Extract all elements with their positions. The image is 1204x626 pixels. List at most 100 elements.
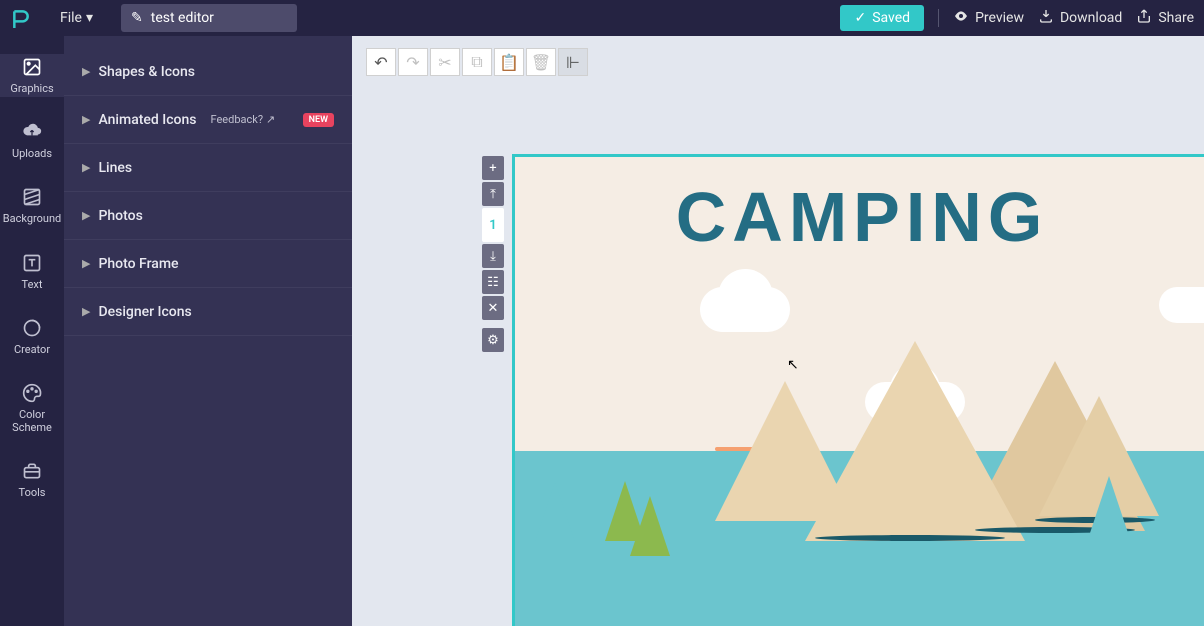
tree-shape[interactable] [535,481,575,541]
design-canvas[interactable]: CAMPING ↖ [512,154,1204,626]
delete-page-button[interactable]: ✕ [482,296,504,320]
eye-icon [953,8,969,28]
divider [938,9,939,27]
file-menu[interactable]: File ▾ [60,10,93,26]
undo-icon: ↶ [374,53,387,72]
panel-item-label: Shapes & Icons [98,64,195,80]
share-icon [1136,8,1152,28]
canvas-area: ↶ ↷ ✂ ⧉ 📋 🗑 ⊩ + ⤒ 1 ⤓ ☷ ✕ ⚙ CAMPING [352,36,1204,626]
pencil-icon: ✎ [131,10,143,26]
sidebar-item-label: Creator [14,343,50,356]
saved-label: Saved [872,10,910,26]
shadow-shape[interactable] [815,535,1005,541]
panel-item-label: Photos [98,208,142,224]
redo-button[interactable]: ↷ [398,48,428,76]
page-tools: + ⤒ 1 ⤓ ☷ ✕ ⚙ [482,156,504,352]
sidebar-item-label: Background [3,212,61,225]
text-icon [21,252,43,274]
download-label: Download [1060,10,1122,26]
cut-button[interactable]: ✂ [430,48,460,76]
toolbar: ↶ ↷ ✂ ⧉ 📋 🗑 ⊩ [366,48,588,76]
close-icon: ✕ [488,301,499,316]
move-page-up-button[interactable]: ⤒ [482,182,504,206]
download-icon [1038,8,1054,28]
graphics-panel: ▶ Shapes & Icons ▶ Animated Icons Feedba… [64,36,352,626]
sidebar-item-label: Tools [19,486,46,499]
panel-item-shapes-icons[interactable]: ▶ Shapes & Icons [64,48,352,96]
page-number-indicator[interactable]: 1 [482,208,504,242]
mouse-cursor-icon: ↖ [787,357,799,373]
scissors-icon: ✂ [438,53,451,72]
panel-item-designer-icons[interactable]: ▶ Designer Icons [64,288,352,336]
check-icon: ✓ [854,10,866,26]
new-badge: NEW [303,113,334,127]
panel-item-label: Animated Icons [98,112,196,128]
sidebar-item-background[interactable]: Background [0,184,64,227]
workspace: Graphics Uploads Background Text Creator… [0,36,1204,626]
file-menu-label: File [60,10,82,26]
sidebar-item-label: Uploads [12,147,52,160]
redo-icon: ↷ [406,53,419,72]
creator-icon [21,317,43,339]
sidebar-item-tools[interactable]: Tools [0,458,64,501]
panel-item-lines[interactable]: ▶ Lines [64,144,352,192]
palette-icon [21,382,43,404]
undo-button[interactable]: ↶ [366,48,396,76]
document-title-input[interactable]: ✎ test editor [121,4,297,32]
paste-button[interactable]: 📋 [494,48,524,76]
mountain-shape[interactable] [805,341,1025,541]
preview-button[interactable]: Preview [953,8,1024,28]
move-page-down-button[interactable]: ⤓ [482,244,504,268]
sidebar-item-uploads[interactable]: Uploads [0,119,64,162]
external-link-icon: ↗ [266,113,275,126]
document-title-value: test editor [151,10,214,26]
sidebar-item-creator[interactable]: Creator [0,315,64,358]
trash-icon: 🗑 [531,53,551,72]
panel-item-label: Designer Icons [98,304,191,320]
panel-item-label: Photo Frame [98,256,178,272]
snap-icon: ⊩ [566,53,580,72]
sidebar-item-color-scheme[interactable]: Color Scheme [0,380,64,436]
download-button[interactable]: Download [1038,8,1122,28]
app-logo[interactable] [10,7,32,29]
top-actions: ✓ Saved Preview Download Share [840,5,1194,31]
snap-button[interactable]: ⊩ [558,48,588,76]
chevron-right-icon: ▶ [82,305,90,318]
panel-item-photo-frame[interactable]: ▶ Photo Frame [64,240,352,288]
page-settings-button[interactable]: ⚙ [482,328,504,352]
panel-item-label: Lines [98,160,132,176]
copy-icon: ⧉ [471,52,482,72]
cloud-shape[interactable] [700,287,790,332]
background-icon [21,186,43,208]
sidebar-item-label: Graphics [10,82,53,95]
cloud-upload-icon [21,121,43,143]
duplicate-page-button[interactable]: ☷ [482,270,504,294]
chevron-right-icon: ▶ [82,209,90,222]
duplicate-icon: ☷ [487,275,499,290]
cloud-shape[interactable] [1159,287,1204,323]
chevron-right-icon: ▶ [82,161,90,174]
copy-button[interactable]: ⧉ [462,48,492,76]
sidebar-item-text[interactable]: Text [0,250,64,293]
image-icon [21,56,43,78]
saved-badge: ✓ Saved [840,5,924,31]
sidebar-item-label: Text [22,278,43,291]
tree-shape[interactable] [1089,476,1129,536]
feedback-link[interactable]: Feedback? ↗ [210,113,275,126]
arrow-up-icon: ⤒ [490,187,496,202]
delete-button[interactable]: 🗑 [526,48,556,76]
clipboard-icon: 📋 [499,53,519,72]
sidebar-item-graphics[interactable]: Graphics [0,54,64,97]
add-page-button[interactable]: + [482,156,504,180]
tree-shape[interactable] [630,496,670,556]
panel-item-animated-icons[interactable]: ▶ Animated Icons Feedback? ↗ NEW [64,96,352,144]
top-bar: File ▾ ✎ test editor ✓ Saved Preview Dow… [0,0,1204,36]
arrow-down-icon: ⤓ [490,249,496,264]
chevron-right-icon: ▶ [82,65,90,78]
share-button[interactable]: Share [1136,8,1194,28]
share-label: Share [1158,10,1194,26]
chevron-right-icon: ▶ [82,113,90,126]
canvas-heading-text[interactable]: CAMPING [676,177,1049,257]
panel-item-photos[interactable]: ▶ Photos [64,192,352,240]
toolbox-icon [21,460,43,482]
